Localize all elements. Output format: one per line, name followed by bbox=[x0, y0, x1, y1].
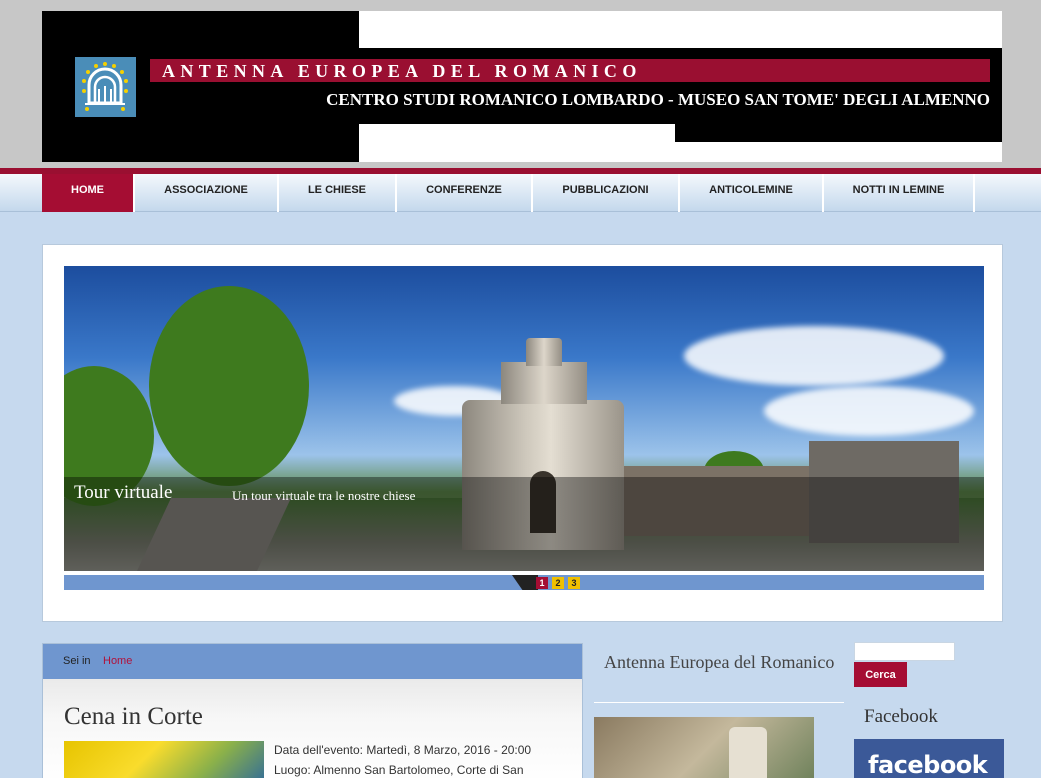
nav-item-home[interactable]: HOME bbox=[42, 174, 135, 212]
article-thumbnail[interactable] bbox=[64, 741, 264, 778]
event-location: Luogo: Almenno San Bartolomeo, Corte di … bbox=[274, 763, 524, 777]
slide-image[interactable]: Tour virtuale Un tour virtuale tra le no… bbox=[64, 266, 984, 571]
facebook-logo-icon[interactable]: facebook bbox=[854, 739, 1004, 778]
article-title[interactable]: Cena in Corte bbox=[64, 703, 203, 731]
slide-caption-text: Un tour virtuale tra le nostre chiese bbox=[232, 488, 416, 503]
breadcrumb: Sei in Home bbox=[43, 644, 582, 679]
nav-item-associazione[interactable]: ASSOCIAZIONE bbox=[135, 174, 279, 212]
middle-column-title: Antenna Europea del Romanico bbox=[604, 652, 835, 672]
main-navigation: HOME ASSOCIAZIONE LE CHIESE CONFERENZE P… bbox=[0, 174, 1041, 212]
slide-page-1[interactable]: 1 bbox=[536, 577, 548, 589]
main-content: Sei in Home Cena in Corte Data dell'even… bbox=[42, 643, 583, 778]
cloud bbox=[684, 326, 944, 386]
slide-page-3[interactable]: 3 bbox=[568, 577, 580, 589]
slide-caption-title[interactable]: Tour virtuale bbox=[74, 482, 172, 504]
site-title[interactable]: ANTENNA EUROPEA DEL ROMANICO bbox=[162, 61, 642, 82]
slide-page-2[interactable]: 2 bbox=[552, 577, 564, 589]
caption-bar bbox=[64, 477, 984, 571]
breadcrumb-label: Sei in bbox=[63, 655, 91, 667]
nav-item-anticolemine[interactable]: ANTICOLEMINE bbox=[680, 174, 824, 212]
divider bbox=[594, 702, 844, 703]
nav-item-pubblicazioni[interactable]: PUBBLICAZIONI bbox=[533, 174, 680, 212]
search-input[interactable] bbox=[854, 642, 955, 661]
nav-item-notti-in-lemine[interactable]: NOTTI IN LEMINE bbox=[824, 174, 975, 212]
breadcrumb-home-link[interactable]: Home bbox=[103, 655, 132, 667]
search-button[interactable]: Cerca bbox=[854, 662, 907, 687]
header-decoration bbox=[675, 124, 1002, 142]
site-header: ANTENNA EUROPEA DEL ROMANICO CENTRO STUD… bbox=[42, 11, 1002, 162]
nav-item-le-chiese[interactable]: LE CHIESE bbox=[279, 174, 397, 212]
middle-column-image[interactable] bbox=[594, 717, 814, 778]
site-subtitle: CENTRO STUDI ROMANICO LOMBARDO - MUSEO S… bbox=[326, 90, 990, 109]
facebook-logo-text: facebook bbox=[868, 751, 988, 778]
church-tower bbox=[729, 727, 767, 778]
tree bbox=[149, 286, 309, 486]
event-date: Data dell'evento: Martedì, 8 Marzo, 2016… bbox=[274, 743, 532, 757]
facebook-heading: Facebook bbox=[864, 706, 938, 727]
header-decoration bbox=[675, 30, 1002, 48]
cloud bbox=[764, 386, 974, 436]
pager-decoration bbox=[512, 575, 538, 590]
church-lantern bbox=[526, 338, 562, 366]
slider-pager: 1 2 3 bbox=[64, 575, 984, 590]
nav-item-conferenze[interactable]: CONFERENZE bbox=[397, 174, 533, 212]
site-logo-icon[interactable] bbox=[75, 57, 136, 117]
slider-panel: Tour virtuale Un tour virtuale tra le no… bbox=[42, 244, 1003, 622]
church-drum bbox=[501, 362, 587, 404]
